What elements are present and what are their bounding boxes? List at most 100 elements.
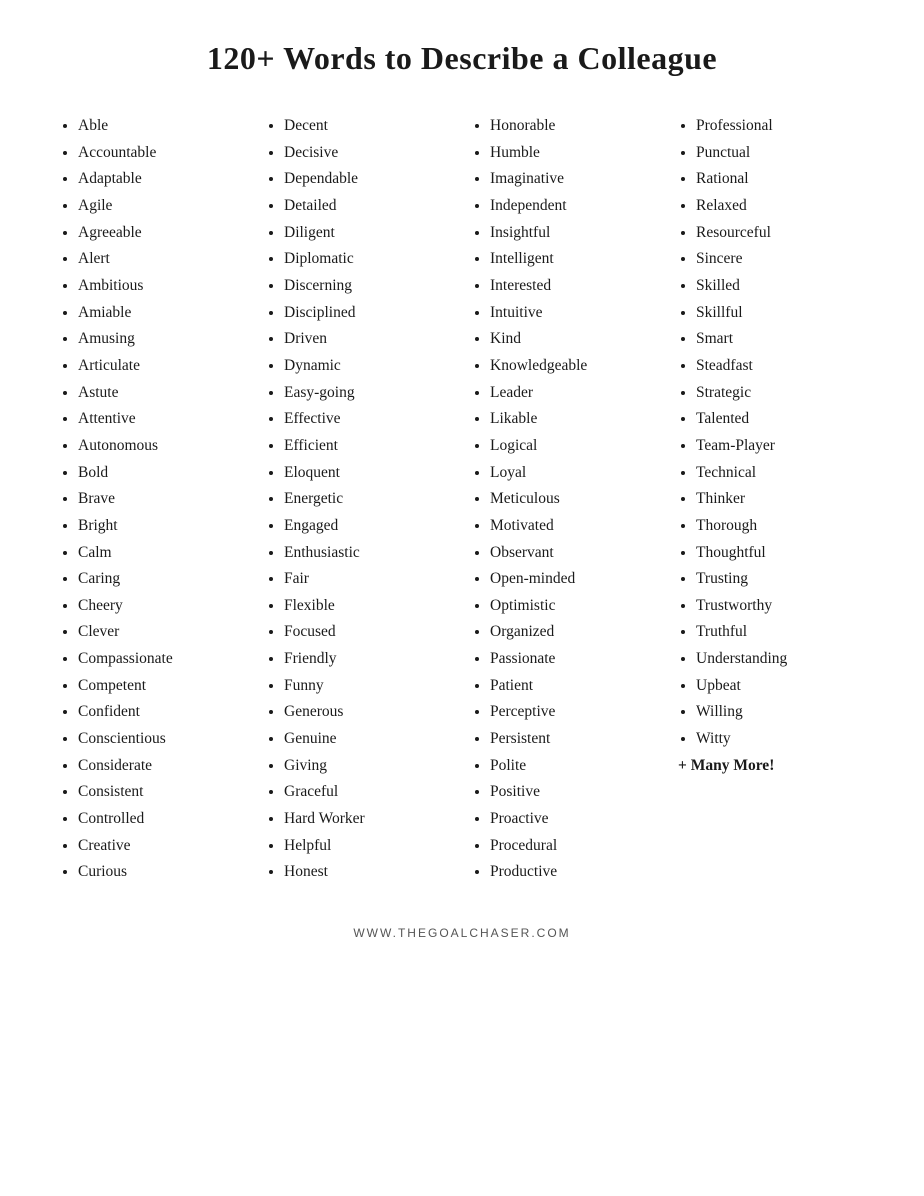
list-item: Compassionate [78, 646, 246, 673]
list-item: Steadfast [696, 353, 864, 380]
list-item: Dependable [284, 166, 452, 193]
list-item: Thorough [696, 513, 864, 540]
column-3: HonorableHumbleImaginativeIndependentIns… [462, 113, 668, 886]
list-item: Leader [490, 380, 658, 407]
list-item: Clever [78, 619, 246, 646]
list-item: Graceful [284, 779, 452, 806]
list-item: Thinker [696, 486, 864, 513]
list-item: Witty [696, 726, 864, 753]
list-item: Giving [284, 753, 452, 780]
plus-more-label: + Many More! [678, 757, 864, 775]
list-item: Trustworthy [696, 593, 864, 620]
list-item: Competent [78, 673, 246, 700]
list-item: Loyal [490, 460, 658, 487]
list-item: Engaged [284, 513, 452, 540]
list-item: Imaginative [490, 166, 658, 193]
list-item: Truthful [696, 619, 864, 646]
list-item: Adaptable [78, 166, 246, 193]
list-item: Able [78, 113, 246, 140]
list-item: Disciplined [284, 300, 452, 327]
list-item: Detailed [284, 193, 452, 220]
list-item: Decisive [284, 140, 452, 167]
list-item: Knowledgeable [490, 353, 658, 380]
list-item: Considerate [78, 753, 246, 780]
list-item: Diplomatic [284, 246, 452, 273]
list-item: Intuitive [490, 300, 658, 327]
list-item: Ambitious [78, 273, 246, 300]
list-item: Insightful [490, 220, 658, 247]
list-item: Patient [490, 673, 658, 700]
list-item: Upbeat [696, 673, 864, 700]
list-item: Alert [78, 246, 246, 273]
list-item: Controlled [78, 806, 246, 833]
list-item: Humble [490, 140, 658, 167]
list-item: Interested [490, 273, 658, 300]
footer-url: WWW.THEGOALCHASER.COM [50, 926, 874, 940]
list-item: Dynamic [284, 353, 452, 380]
list-item: Skilled [696, 273, 864, 300]
list-item: Understanding [696, 646, 864, 673]
list-item: Independent [490, 193, 658, 220]
list-item: Team-Player [696, 433, 864, 460]
list-item: Diligent [284, 220, 452, 247]
list-item: Open-minded [490, 566, 658, 593]
list-item: Amiable [78, 300, 246, 327]
word-columns: AbleAccountableAdaptableAgileAgreeableAl… [50, 113, 874, 886]
list-item: Honest [284, 859, 452, 886]
list-item: Agreeable [78, 220, 246, 247]
list-item: Talented [696, 406, 864, 433]
list-item: Proactive [490, 806, 658, 833]
list-item: Calm [78, 540, 246, 567]
list-item: Perceptive [490, 699, 658, 726]
list-item: Meticulous [490, 486, 658, 513]
list-item: Easy-going [284, 380, 452, 407]
list-item: Thoughtful [696, 540, 864, 567]
list-item: Eloquent [284, 460, 452, 487]
list-item: Consistent [78, 779, 246, 806]
list-item: Conscientious [78, 726, 246, 753]
list-item: Genuine [284, 726, 452, 753]
list-item: Resourceful [696, 220, 864, 247]
list-item: Confident [78, 699, 246, 726]
list-item: Honorable [490, 113, 658, 140]
list-item: Agile [78, 193, 246, 220]
list-item: Enthusiastic [284, 540, 452, 567]
list-item: Relaxed [696, 193, 864, 220]
list-item: Accountable [78, 140, 246, 167]
list-item: Persistent [490, 726, 658, 753]
list-item: Professional [696, 113, 864, 140]
list-item: Autonomous [78, 433, 246, 460]
list-item: Effective [284, 406, 452, 433]
list-item: Likable [490, 406, 658, 433]
list-item: Observant [490, 540, 658, 567]
list-item: Willing [696, 699, 864, 726]
list-item: Hard Worker [284, 806, 452, 833]
list-item: Focused [284, 619, 452, 646]
list-item: Intelligent [490, 246, 658, 273]
list-item: Polite [490, 753, 658, 780]
list-item: Attentive [78, 406, 246, 433]
list-item: Efficient [284, 433, 452, 460]
page-title: 120+ Words to Describe a Colleague [50, 40, 874, 77]
list-item: Fair [284, 566, 452, 593]
list-item: Passionate [490, 646, 658, 673]
list-item: Driven [284, 326, 452, 353]
column-4: ProfessionalPunctualRationalRelaxedResou… [668, 113, 874, 886]
list-item: Brave [78, 486, 246, 513]
list-item: Flexible [284, 593, 452, 620]
list-item: Energetic [284, 486, 452, 513]
list-item: Logical [490, 433, 658, 460]
list-item: Rational [696, 166, 864, 193]
column-1: AbleAccountableAdaptableAgileAgreeableAl… [50, 113, 256, 886]
list-item: Productive [490, 859, 658, 886]
list-item: Organized [490, 619, 658, 646]
list-item: Sincere [696, 246, 864, 273]
list-item: Amusing [78, 326, 246, 353]
list-item: Technical [696, 460, 864, 487]
list-item: Curious [78, 859, 246, 886]
column-2: DecentDecisiveDependableDetailedDiligent… [256, 113, 462, 886]
list-item: Discerning [284, 273, 452, 300]
list-item: Friendly [284, 646, 452, 673]
list-item: Trusting [696, 566, 864, 593]
list-item: Optimistic [490, 593, 658, 620]
